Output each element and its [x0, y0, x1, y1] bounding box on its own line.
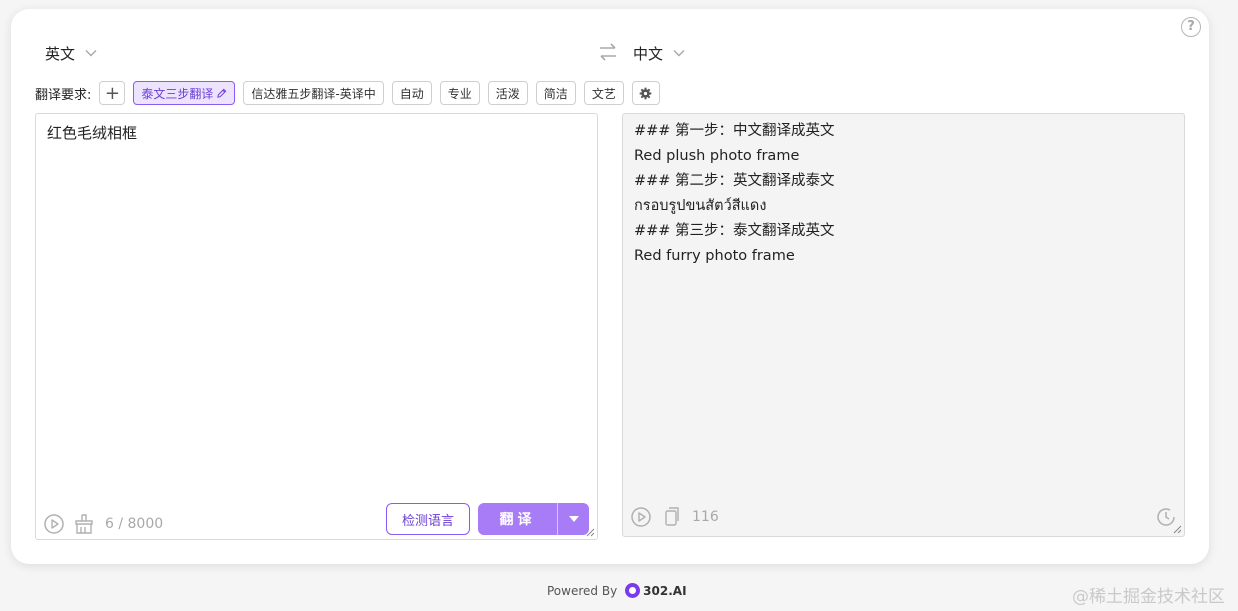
target-language-select[interactable]: 中文	[633, 42, 685, 64]
translation-requirements-row: 翻译要求: + 泰文三步翻译 信达雅五步翻译-英译中 自动 专业 活泼 简洁 文…	[35, 81, 668, 105]
clear-broom-icon[interactable]	[73, 513, 95, 535]
play-audio-icon[interactable]	[43, 513, 65, 535]
chevron-down-icon	[85, 50, 97, 57]
add-requirement-button[interactable]: +	[99, 81, 126, 105]
source-toolbar: 6 / 8000	[43, 513, 163, 535]
detect-language-button[interactable]: 检测语言	[386, 503, 470, 535]
powered-by-footer: Powered By 302.AI	[547, 583, 687, 598]
play-audio-icon[interactable]	[630, 506, 652, 528]
output-line: Red plush photo frame	[634, 148, 800, 165]
chip-label: 泰文三步翻译	[141, 86, 214, 101]
chip-xindaya-five-step[interactable]: 信达雅五步翻译-英译中	[243, 81, 384, 105]
output-line: ### 第二步：英文翻译成泰文	[634, 173, 835, 190]
chip-lively[interactable]: 活泼	[487, 81, 528, 105]
translate-button[interactable]: 翻译	[478, 503, 557, 535]
output-line: ### 第一步：中文翻译成英文	[634, 123, 835, 139]
swap-languages-icon[interactable]	[598, 43, 618, 61]
chevron-down-icon	[673, 50, 685, 57]
copy-icon[interactable]	[660, 506, 682, 528]
translate-button-group: 翻译	[478, 503, 589, 535]
source-text-area[interactable]: 红色毛绒相框	[35, 113, 598, 540]
gear-icon	[639, 87, 652, 99]
source-char-count: 6 / 8000	[105, 516, 164, 532]
output-line: ### 第三步：泰文翻译成英文	[634, 223, 835, 240]
output-lines: ### 第一步：中文翻译成英文 Red plush photo frame ##…	[634, 121, 835, 272]
chip-thai-three-step[interactable]: 泰文三步翻译	[133, 81, 236, 105]
source-text[interactable]: 红色毛绒相框	[47, 122, 137, 143]
brand-name[interactable]: 302.AI	[643, 584, 686, 598]
powered-by-label: Powered By	[547, 583, 618, 598]
target-language-label: 中文	[633, 44, 664, 63]
source-language-label: 英文	[45, 44, 76, 63]
caret-down-icon	[568, 516, 579, 522]
output-toolbar: 116	[630, 506, 719, 528]
help-icon[interactable]: ?	[1181, 17, 1201, 37]
watermark: @稀土掘金技术社区	[1072, 587, 1225, 607]
output-line: Red furry photo frame	[634, 248, 795, 265]
output-line: กรอบรูปขนสัตว์สีแดง	[634, 198, 767, 215]
output-char-count: 116	[692, 509, 719, 525]
chip-literary[interactable]: 文艺	[583, 81, 624, 105]
requirements-label: 翻译要求:	[35, 87, 92, 103]
source-language-select[interactable]: 英文	[45, 42, 97, 64]
chip-auto[interactable]: 自动	[391, 81, 432, 105]
translate-options-dropdown[interactable]	[557, 503, 589, 535]
chip-professional[interactable]: 专业	[439, 81, 480, 105]
brand-logo-icon	[625, 583, 641, 598]
pencil-icon[interactable]	[216, 88, 227, 99]
history-icon[interactable]	[1155, 506, 1177, 528]
translation-output-area: ### 第一步：中文翻译成英文 Red plush photo frame ##…	[622, 113, 1185, 537]
requirements-settings-button[interactable]	[631, 81, 660, 105]
chip-concise[interactable]: 简洁	[535, 81, 576, 105]
